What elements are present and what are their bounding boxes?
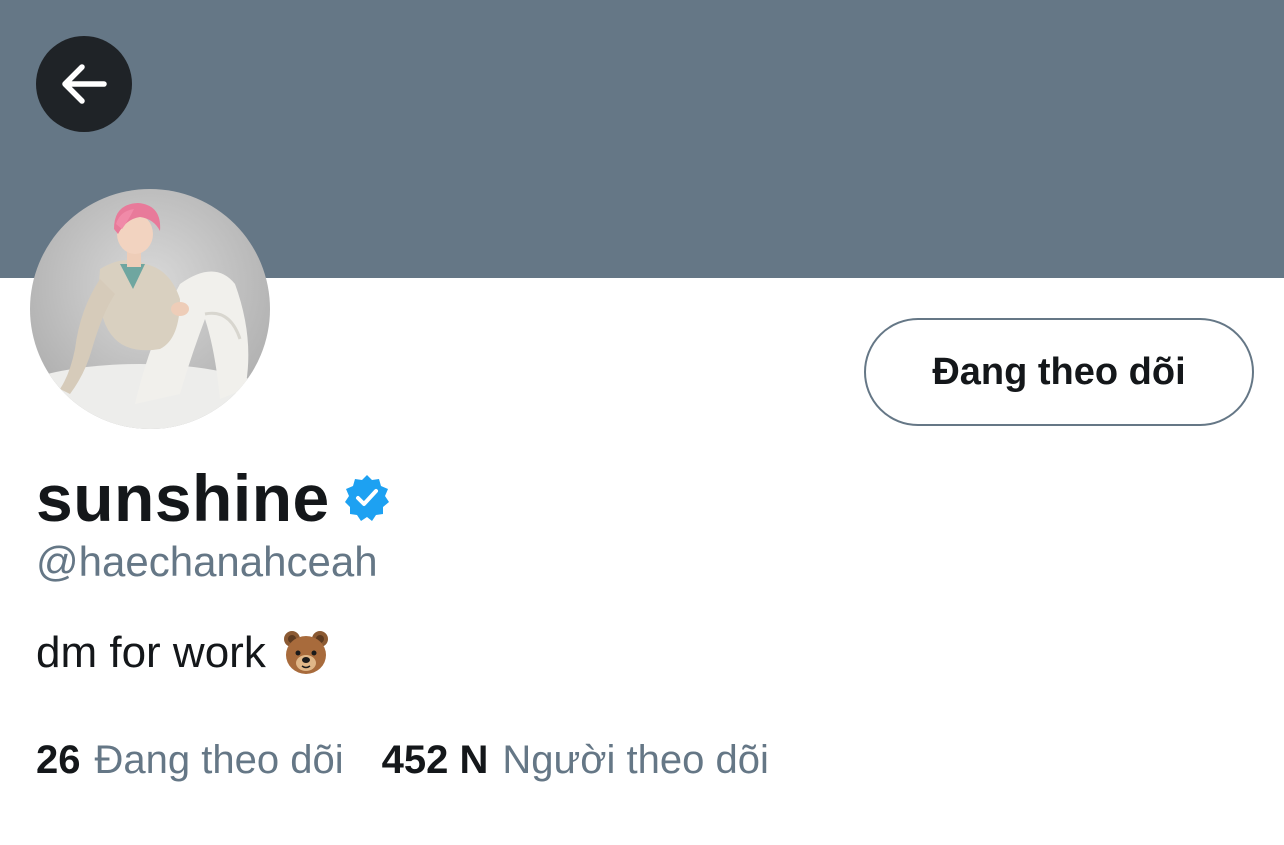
profile-handle: @haechanahceah bbox=[36, 538, 378, 585]
following-count: 26 bbox=[36, 738, 81, 782]
name-row: sunshine bbox=[36, 458, 392, 538]
profile-stats: 26 Đang theo dõi 452 N Người theo dõi bbox=[36, 738, 769, 783]
avatar[interactable] bbox=[30, 189, 270, 429]
following-label: Đang theo dõi bbox=[94, 738, 344, 782]
profile-page: Đang theo dõi sunshine @haechanahceah dm… bbox=[0, 0, 1284, 845]
verified-badge-icon bbox=[342, 473, 392, 523]
following-button[interactable]: Đang theo dõi bbox=[864, 318, 1254, 426]
following-button-label: Đang theo dõi bbox=[932, 350, 1186, 393]
profile-bio: dm for work bbox=[36, 628, 330, 678]
followers-stat[interactable]: 452 N Người theo dõi bbox=[382, 738, 769, 783]
back-button[interactable] bbox=[36, 36, 132, 132]
following-stat[interactable]: 26 Đang theo dõi bbox=[36, 738, 344, 783]
avatar-photo bbox=[30, 189, 270, 429]
arrow-left-icon bbox=[62, 64, 107, 104]
bear-face-icon bbox=[282, 629, 330, 677]
followers-label: Người theo dõi bbox=[502, 738, 769, 782]
followers-count: 452 N bbox=[381, 738, 489, 782]
display-name: sunshine bbox=[36, 461, 330, 535]
bio-text: dm for work bbox=[36, 628, 266, 677]
